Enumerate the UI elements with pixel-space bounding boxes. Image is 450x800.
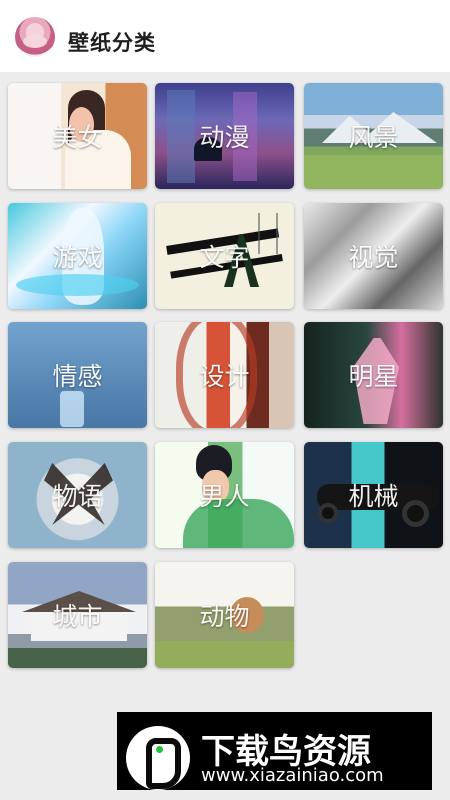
category-label: 明星 [348,362,399,391]
brand-url: www.xiazainiao.com [201,765,384,786]
category-label: 文字 [199,243,250,272]
wallpaper-category-grid: 美女 动漫 风景 游戏 文字 视觉 情感 设计 明星 物语 男人 机械 城市 动… [0,72,450,800]
page-title: 壁纸分类 [68,31,156,55]
category-label: 城市 [52,602,103,631]
app-header: 壁纸分类 [0,0,450,72]
category-tile-machinery[interactable]: 机械 [304,442,443,548]
category-tile-emotion[interactable]: 情感 [8,322,147,428]
category-label: 情感 [52,362,103,391]
category-label: 男人 [199,482,250,511]
category-label: 美女 [52,123,103,152]
category-tile-anime[interactable]: 动漫 [155,83,294,189]
category-tile-city[interactable]: 城市 [8,562,147,668]
category-tile-animal[interactable]: 动物 [155,562,294,668]
category-tile-celebrity[interactable]: 明星 [304,322,443,428]
category-label: 视觉 [348,243,399,272]
category-tile-men[interactable]: 男人 [155,442,294,548]
category-label: 动物 [199,602,250,631]
category-tile-beauty[interactable]: 美女 [8,83,147,189]
brand-logo-icon [126,726,190,790]
watermark-banner: 下载鸟资源 www.xiazainiao.com [117,712,432,790]
category-label: 风景 [348,123,399,152]
category-label: 游戏 [52,243,103,272]
category-tile-game[interactable]: 游戏 [8,203,147,309]
category-tile-landscape[interactable]: 风景 [304,83,443,189]
category-tile-visual[interactable]: 视觉 [304,203,443,309]
category-tile-design[interactable]: 设计 [155,322,294,428]
category-tile-story[interactable]: 物语 [8,442,147,548]
category-label: 物语 [52,482,103,511]
avatar[interactable] [15,17,55,57]
category-label: 设计 [199,362,250,391]
category-label: 动漫 [199,123,250,152]
category-label: 机械 [348,482,399,511]
category-tile-text[interactable]: 文字 [155,203,294,309]
